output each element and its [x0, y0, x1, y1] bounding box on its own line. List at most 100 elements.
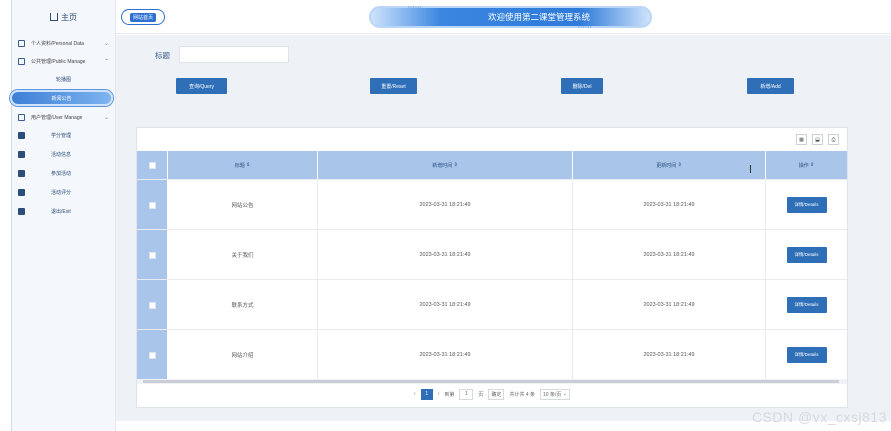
column-header-created[interactable]: 新增时间 ⇕ [318, 151, 573, 179]
query-button[interactable]: 查询/Query [176, 78, 227, 94]
columns-icon[interactable]: ▦ [796, 134, 807, 145]
exit-icon [18, 208, 25, 215]
column-header-actions[interactable]: 操作 ⇕ [766, 151, 847, 179]
column-header-title[interactable]: 标题 ⇕ [168, 151, 318, 179]
cell-actions: 详情/Details [766, 330, 847, 380]
sidebar-group-personal[interactable]: 个人资料/Personal Data ⌄ [12, 34, 115, 52]
total-count: 共计共 4 条 [509, 391, 535, 398]
window-left-border [0, 0, 12, 431]
table-row: 网站介绍 2023-03-31 18:21:49 2023-03-31 18:2… [137, 329, 847, 380]
column-actions-label: 操作 [798, 162, 809, 169]
sidebar-item-exit[interactable]: 退出/Exit [12, 202, 115, 221]
goto-prefix: 到第 [444, 391, 455, 398]
sidebar-item-carousel[interactable]: 轮播图 [12, 70, 115, 88]
cell-title: 网站介绍 [168, 330, 318, 380]
sidebar-item-activity-info[interactable]: 活动信息 [12, 145, 115, 164]
file-icon [18, 57, 25, 65]
sidebar-group-user[interactable]: 用户管理/User Manage ⌄ [12, 108, 115, 126]
table-row: 网站公告 2023-03-31 18:21:49 2023-03-31 18:2… [137, 179, 847, 230]
current-page[interactable]: 1 [420, 388, 433, 400]
sidebar-item-label: 轮播图 [55, 76, 71, 83]
print-icon[interactable]: ⎙ [828, 134, 839, 145]
cell-updated: 2023-03-31 18:21:49 [573, 180, 766, 230]
details-button[interactable]: 详情/Details [786, 247, 827, 263]
prev-page-icon[interactable]: ‹ [414, 391, 416, 397]
row-select-cell [137, 180, 168, 230]
sidebar-item-label: 退出/Exit [51, 209, 71, 215]
chart-icon [18, 113, 25, 121]
goto-confirm-button[interactable]: 确定 [488, 388, 505, 400]
page-title: 欢迎使用第二课堂管理系统 [487, 12, 590, 22]
sidebar-group-label: 用户管理/User Manage [31, 114, 83, 121]
sidebar-group-label: 公共管理/Public Manage [31, 58, 86, 65]
sidebar-item-news[interactable]: 新闻公告 [10, 90, 113, 106]
table-row: 关于我们 2023-03-31 18:21:49 2023-03-31 18:2… [137, 229, 847, 280]
title-search-input[interactable] [179, 46, 289, 63]
row-checkbox[interactable] [148, 251, 156, 259]
cell-actions: 详情/Details [766, 180, 847, 230]
chevron-down-icon: ⌄ [103, 40, 109, 47]
users-icon [18, 132, 25, 139]
chevron-down-icon: ⌄ [103, 114, 109, 121]
calendar-icon [18, 189, 25, 196]
decoration-dots: •••••• [578, 24, 593, 29]
title-banner: 欢迎使用第二课堂管理系统 [369, 6, 652, 28]
table-row: 联系方式 2023-03-31 18:21:49 2023-03-31 18:2… [137, 279, 847, 330]
page-size-value: 10 条/页 [543, 391, 562, 398]
header-select-cell [137, 151, 168, 179]
page-size-select[interactable]: 10 条/页 ⌄ [540, 388, 570, 400]
sidebar-home-label: 主页 [61, 12, 77, 22]
details-button[interactable]: 详情/Details [786, 347, 827, 363]
cell-created: 2023-03-31 18:21:49 [318, 230, 573, 280]
mouse-cursor-icon [750, 165, 756, 173]
top-header: 网站首页 欢迎使用第二课堂管理系统 •••••• •••••• [116, 0, 891, 34]
cell-updated: 2023-03-31 18:21:49 [573, 330, 766, 380]
pagination: ‹ 1 › 到第 1 页 确定 共计共 4 条 10 条/页 ⌄ [137, 386, 847, 402]
chevron-up-icon: ⌃ [103, 58, 109, 65]
row-checkbox[interactable] [148, 201, 156, 209]
cell-actions: 详情/Details [766, 230, 847, 280]
details-button[interactable]: 详情/Details [786, 197, 827, 213]
horizontal-scrollbar[interactable] [137, 379, 847, 384]
cell-actions: 详情/Details [766, 280, 847, 330]
site-home-tag[interactable]: 网站首页 [121, 9, 165, 25]
column-created-label: 新增时间 [432, 162, 453, 169]
main-content: 标题 查询/Query 重置/Reset 删除/Del 新增/Add ▦ ⬓ ⎙… [116, 35, 891, 421]
sidebar-item-join-activity[interactable]: 参加活动 [12, 164, 115, 183]
sidebar-home[interactable]: 主页 [12, 0, 115, 34]
sidebar-item-label: 活动信息 [51, 152, 72, 158]
row-checkbox[interactable] [148, 301, 156, 309]
filter-title-label: 标题 [155, 51, 170, 60]
sidebar-group-label: 个人资料/Personal Data [31, 40, 85, 47]
select-all-checkbox[interactable] [148, 161, 156, 169]
home-icon [50, 13, 58, 21]
id-card-icon [18, 39, 25, 47]
sidebar-item-label: 参加活动 [51, 171, 72, 177]
details-button[interactable]: 详情/Details [786, 297, 827, 313]
add-button[interactable]: 新增/Add [747, 78, 794, 94]
export-icon[interactable]: ⬓ [812, 134, 823, 145]
table-toolbar: ▦ ⬓ ⎙ [137, 128, 847, 151]
site-home-label: 网站首页 [129, 12, 156, 22]
sidebar-item-credits[interactable]: 学分管理 [12, 126, 115, 145]
row-select-cell [137, 280, 168, 330]
cell-created: 2023-03-31 18:21:49 [318, 280, 573, 330]
next-page-icon[interactable]: › [438, 391, 440, 397]
cell-title: 网站公告 [168, 180, 318, 230]
goto-page-input[interactable]: 1 [459, 388, 474, 400]
column-header-updated[interactable]: 更新时间 ⇕ [573, 151, 766, 179]
sidebar-item-activity-rating[interactable]: 活动评分 [12, 183, 115, 202]
row-checkbox[interactable] [148, 351, 156, 359]
delete-button[interactable]: 删除/Del [561, 78, 603, 94]
sidebar-group-public[interactable]: 公共管理/Public Manage ⌃ [12, 52, 115, 70]
sidebar-item-label: 新闻公告 [51, 95, 72, 102]
sidebar-item-label: 活动评分 [51, 190, 72, 196]
column-updated-label: 更新时间 [656, 162, 677, 169]
table-header: 标题 ⇕ 新增时间 ⇕ 更新时间 ⇕ 操作 ⇕ [137, 151, 847, 179]
cell-updated: 2023-03-31 18:21:49 [573, 280, 766, 330]
cell-updated: 2023-03-31 18:21:49 [573, 230, 766, 280]
sidebar: 主页 个人资料/Personal Data ⌄ 公共管理/Public Mana… [10, 0, 116, 431]
scrollbar-thumb[interactable] [143, 380, 839, 383]
cell-created: 2023-03-31 18:21:49 [318, 330, 573, 380]
reset-button[interactable]: 重置/Reset [370, 78, 417, 94]
